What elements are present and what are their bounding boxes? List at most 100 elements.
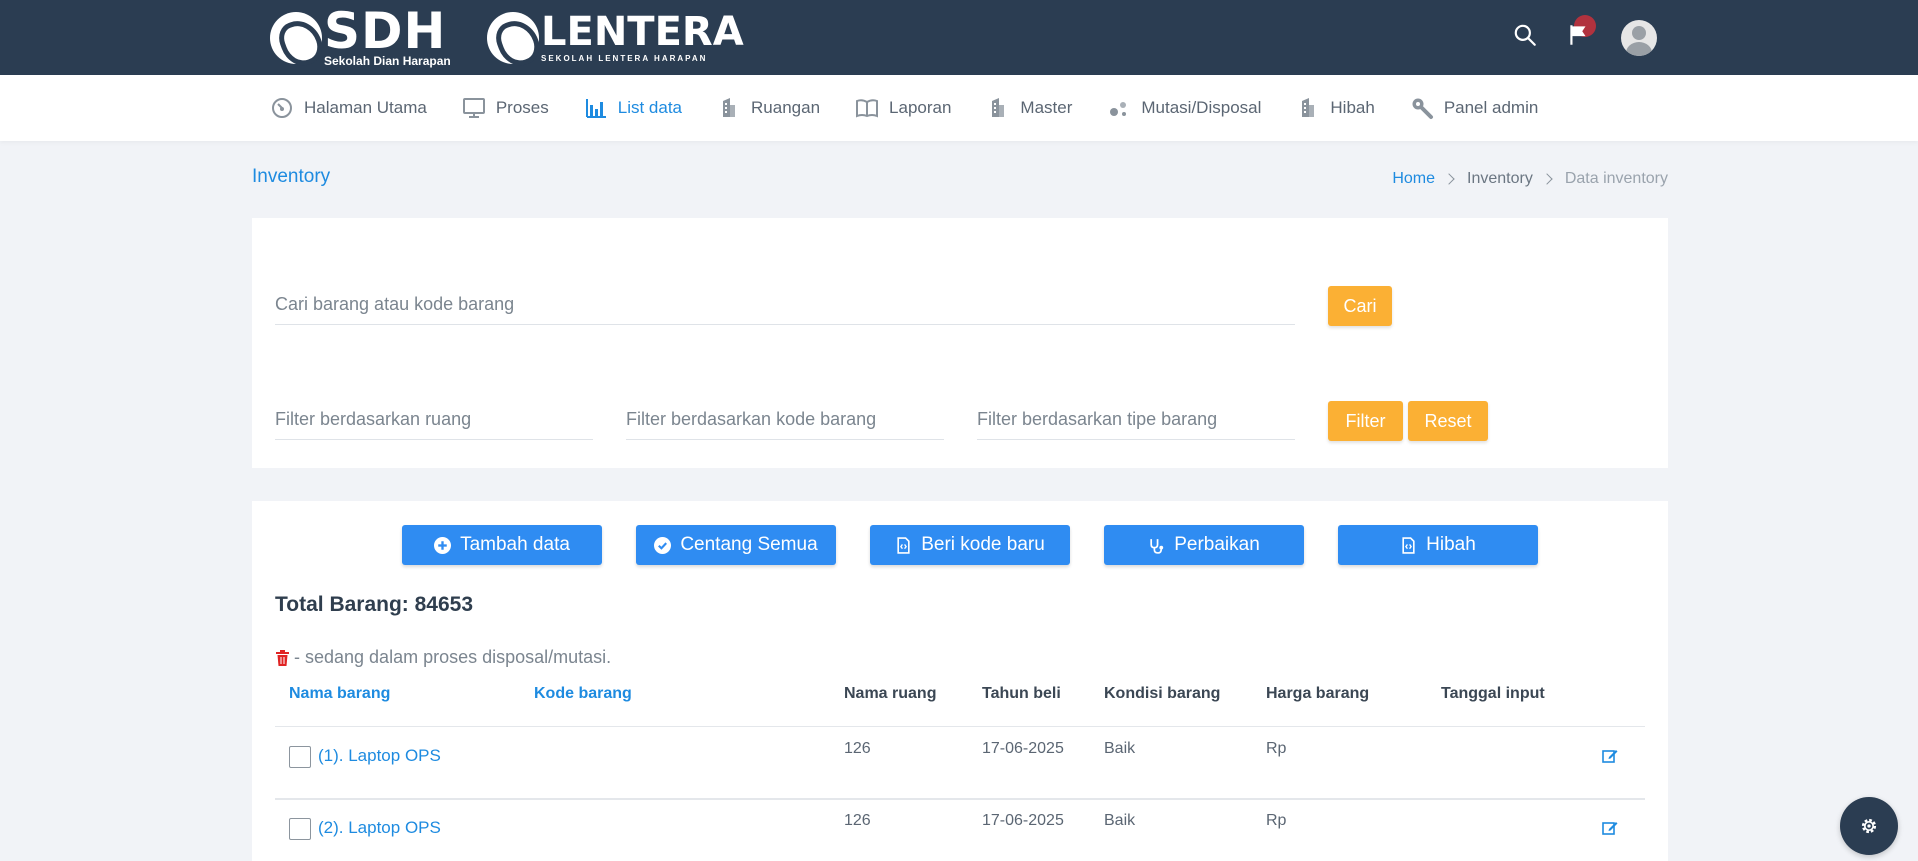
sdh-logo-subtitle: Sekolah Dian Harapan bbox=[324, 53, 451, 68]
type-filter-field bbox=[977, 400, 1295, 440]
item-name-link[interactable]: (1). Laptop OPS bbox=[318, 746, 441, 766]
grant-label: Hibah bbox=[1426, 534, 1476, 555]
code-filter-field bbox=[626, 400, 944, 440]
settings-button[interactable] bbox=[1840, 797, 1898, 855]
row-checkbox[interactable] bbox=[289, 746, 311, 768]
menu-item-master[interactable]: Master bbox=[986, 75, 1072, 141]
new-code-button[interactable]: Beri kode baru bbox=[870, 525, 1070, 565]
search-icon[interactable] bbox=[1512, 22, 1538, 48]
item-year: 17-06-2025 bbox=[982, 812, 1064, 829]
type-filter-input[interactable] bbox=[977, 400, 1295, 438]
building-icon bbox=[992, 98, 1005, 117]
building-icon bbox=[1302, 98, 1315, 117]
user-avatar[interactable] bbox=[1621, 20, 1657, 56]
menu-item-mutasi-disposal[interactable]: Mutasi/Disposal bbox=[1107, 75, 1261, 141]
chevron-right-icon bbox=[1541, 173, 1553, 185]
search-filter-card: Cari Filter Reset bbox=[252, 218, 1668, 468]
monitor-icon bbox=[462, 98, 485, 118]
reset-button[interactable]: Reset bbox=[1408, 401, 1488, 441]
menu-item-halaman-utama[interactable]: Halaman Utama bbox=[270, 75, 427, 141]
col-header-input-date: Tanggal input bbox=[1441, 685, 1545, 702]
dots-icon bbox=[1110, 102, 1127, 116]
top-navbar: SDH Sekolah Dian Harapan LENTERA SEKOLAH… bbox=[0, 0, 1918, 75]
chevron-right-icon bbox=[1443, 173, 1455, 185]
menu-item-ruangan[interactable]: Ruangan bbox=[717, 75, 820, 141]
search-input[interactable] bbox=[275, 285, 1295, 323]
lentera-logo[interactable]: LENTERA SEKOLAH LENTERA HARAPAN bbox=[487, 8, 744, 68]
breadcrumb-current: Data inventory bbox=[1564, 170, 1668, 187]
lentera-logo-subtitle: SEKOLAH LENTERA HARAPAN bbox=[541, 53, 708, 63]
stethoscope-icon bbox=[1150, 538, 1164, 554]
menu-label: Laporan bbox=[889, 98, 952, 117]
room-filter-field bbox=[275, 400, 593, 440]
menu-label: Mutasi/Disposal bbox=[1141, 98, 1262, 117]
menu-label: Ruangan bbox=[751, 98, 821, 117]
menu-label: Master bbox=[1020, 98, 1073, 117]
menu-label: Hibah bbox=[1330, 98, 1375, 117]
col-header-room: Nama ruang bbox=[844, 685, 937, 702]
notification-flag-icon[interactable] bbox=[1566, 22, 1592, 48]
wrench-icon bbox=[1412, 98, 1433, 119]
breadcrumb-inventory[interactable]: Inventory bbox=[1467, 170, 1533, 188]
menu-label: Halaman Utama bbox=[304, 98, 427, 117]
item-room: 126 bbox=[844, 812, 871, 829]
add-data-button[interactable]: Tambah data bbox=[402, 525, 602, 565]
item-condition: Baik bbox=[1104, 812, 1136, 829]
breadcrumb: Home Inventory Data inventory bbox=[1392, 170, 1668, 188]
new-code-label: Beri kode baru bbox=[921, 534, 1045, 555]
lentera-emblem-icon bbox=[487, 12, 539, 64]
total-items: Total Barang: 84653 bbox=[275, 593, 474, 616]
check-circle-icon bbox=[654, 536, 672, 554]
disposal-legend: - sedang dalam proses disposal/mutasi. bbox=[275, 647, 611, 668]
menu-item-proses[interactable]: Proses bbox=[462, 75, 549, 141]
search-button[interactable]: Cari bbox=[1328, 286, 1392, 326]
col-header-name[interactable]: Nama barang bbox=[289, 685, 390, 703]
file-code-icon bbox=[897, 536, 910, 554]
col-header-condition: Kondisi barang bbox=[1104, 685, 1221, 702]
code-filter-input[interactable] bbox=[626, 400, 944, 438]
col-header-year: Tahun beli bbox=[982, 685, 1061, 702]
main-menu-bar: Halaman Utama Proses List data Ruangan L… bbox=[0, 75, 1918, 141]
grant-button[interactable]: Hibah bbox=[1338, 525, 1538, 565]
item-room: 126 bbox=[844, 740, 871, 757]
item-name-link[interactable]: (2). Laptop OPS bbox=[318, 818, 441, 838]
add-data-label: Tambah data bbox=[460, 534, 570, 555]
room-filter-input[interactable] bbox=[275, 400, 593, 438]
menu-label: List data bbox=[617, 98, 683, 117]
check-all-label: Centang Semua bbox=[680, 534, 818, 555]
repair-button[interactable]: Perbaikan bbox=[1104, 525, 1304, 565]
menu-item-hibah[interactable]: Hibah bbox=[1296, 75, 1375, 141]
trash-icon bbox=[276, 649, 289, 666]
table-row: (1). Laptop OPS 126 17-06-2025 Baik Rp bbox=[275, 726, 1645, 798]
menu-item-laporan[interactable]: Laporan bbox=[855, 75, 951, 141]
file-code-icon bbox=[1402, 536, 1415, 554]
sdh-logo-mark: SDH bbox=[324, 1, 447, 60]
check-all-button[interactable]: Centang Semua bbox=[636, 525, 836, 565]
page-title: Inventory bbox=[252, 166, 331, 187]
dashboard-icon bbox=[272, 98, 292, 118]
col-header-price: Harga barang bbox=[1266, 685, 1370, 702]
col-header-code[interactable]: Kode barang bbox=[534, 685, 632, 703]
menu-item-panel-admin[interactable]: Panel admin bbox=[1410, 75, 1539, 141]
breadcrumb-home[interactable]: Home bbox=[1392, 170, 1435, 188]
action-toolbar: Tambah data Centang Semua Beri kode baru… bbox=[402, 525, 1572, 565]
item-price: Rp bbox=[1266, 812, 1287, 829]
item-price: Rp bbox=[1266, 740, 1287, 757]
edit-icon[interactable] bbox=[1602, 748, 1618, 764]
menu-label: Proses bbox=[495, 98, 549, 117]
edit-icon[interactable] bbox=[1602, 820, 1618, 836]
row-checkbox[interactable] bbox=[289, 818, 311, 840]
plus-circle-icon bbox=[434, 536, 452, 554]
repair-label: Perbaikan bbox=[1174, 534, 1260, 555]
menu-item-list-data[interactable]: List data bbox=[584, 75, 682, 141]
main-menu: Halaman Utama Proses List data Ruangan L… bbox=[270, 75, 1573, 141]
menu-label: Panel admin bbox=[1443, 98, 1539, 117]
sdh-emblem-icon bbox=[270, 12, 322, 64]
book-icon bbox=[856, 99, 879, 118]
inventory-list-card: Tambah data Centang Semua Beri kode baru… bbox=[252, 501, 1668, 861]
bar-chart-icon bbox=[585, 99, 606, 118]
item-year: 17-06-2025 bbox=[982, 740, 1064, 757]
filter-button[interactable]: Filter bbox=[1328, 401, 1403, 441]
sdh-logo[interactable]: SDH Sekolah Dian Harapan bbox=[270, 1, 451, 68]
lentera-logo-mark: LENTERA bbox=[541, 8, 744, 55]
